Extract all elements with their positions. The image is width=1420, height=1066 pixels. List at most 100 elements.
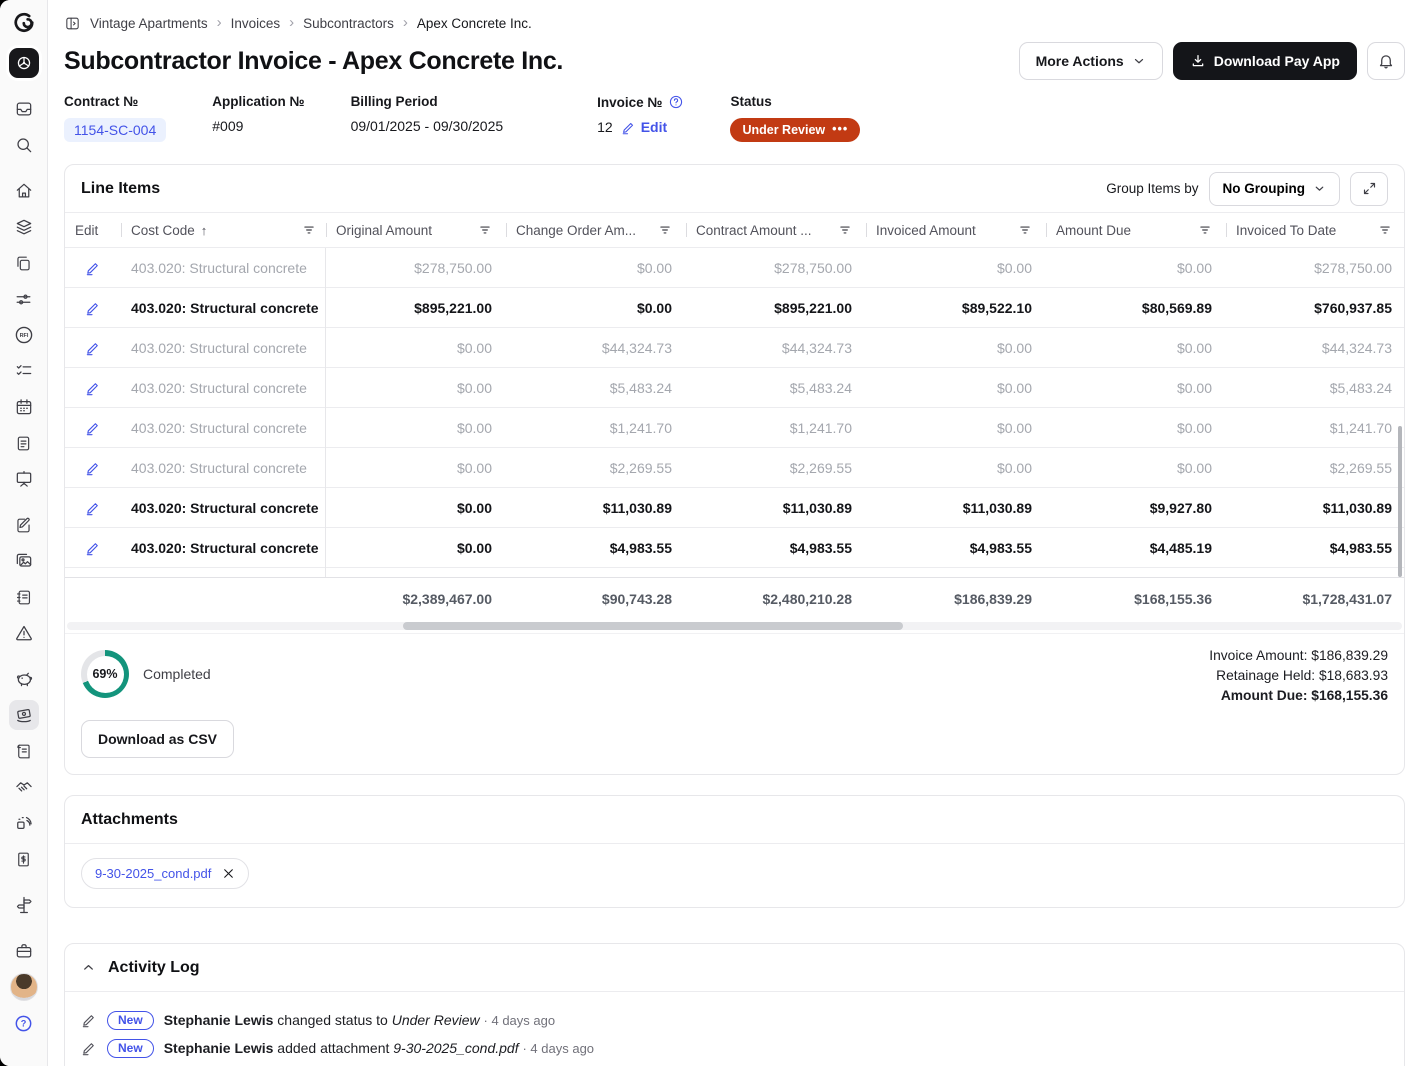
pencil-icon [85, 340, 101, 356]
column-invoiced-to-date[interactable]: Invoiced To Date [1226, 213, 1406, 247]
group-items-by-label: Group Items by [1106, 181, 1198, 196]
billing-period-value: 09/01/2025 - 09/30/2025 [351, 118, 504, 134]
filter-icon[interactable] [658, 223, 672, 237]
notebook-icon[interactable] [9, 582, 39, 612]
contract-number-chip[interactable]: 1154-SC-004 [64, 118, 166, 142]
search-icon[interactable] [9, 130, 39, 160]
edit-row-button[interactable] [65, 500, 121, 516]
table-horizontal-scrollbar[interactable] [67, 622, 1402, 630]
invoiced-amount-cell: $0.00 [866, 340, 1046, 356]
notifications-bell-button[interactable] [1367, 42, 1405, 80]
edit-row-button[interactable] [65, 340, 121, 356]
table-row[interactable]: 403.020: Structural concrete $895,221.00… [65, 288, 1404, 328]
table-row[interactable]: 403.020: Structural concrete $278,750.00… [65, 248, 1404, 288]
filter-icon[interactable] [478, 223, 492, 237]
column-amount-due[interactable]: Amount Due [1046, 213, 1226, 247]
calendar-icon[interactable] [9, 392, 39, 422]
filter-icon[interactable] [1378, 223, 1392, 237]
status-badge[interactable]: Under Review ••• [730, 118, 860, 142]
table-row[interactable]: 403.020: Structural concrete $0.00 $11,0… [65, 488, 1404, 528]
filter-icon[interactable] [302, 223, 316, 237]
presentation-board-icon[interactable] [9, 464, 39, 494]
sliders-icon[interactable] [9, 284, 39, 314]
edit-row-button[interactable] [65, 420, 121, 436]
column-cost-code[interactable]: Cost Code ↑ [121, 213, 326, 247]
edit-invoice-number-link[interactable]: Edit [621, 119, 667, 135]
activity-log-title: Activity Log [108, 959, 200, 977]
inbox-icon[interactable] [9, 94, 39, 124]
table-vertical-scrollbar[interactable] [1398, 426, 1402, 577]
column-change-order-amount[interactable]: Change Order Am... [506, 213, 686, 247]
edit-row-button[interactable] [65, 260, 121, 276]
download-pay-app-label: Download Pay App [1214, 53, 1340, 69]
breadcrumb-subcontractors[interactable]: Subcontractors [303, 16, 394, 31]
table-row[interactable]: 403.020: Structural concrete $0.00 $44,3… [65, 328, 1404, 368]
company-logo-icon[interactable] [9, 8, 39, 38]
status-value: Under Review [742, 123, 825, 137]
panel-toggle-icon[interactable] [64, 15, 81, 32]
warning-triangle-icon[interactable] [9, 618, 39, 648]
edit-row-button[interactable] [65, 540, 121, 556]
table-row[interactable]: 403.020: Structural concrete $0.00 $1,24… [65, 408, 1404, 448]
activity-log-card: Activity Log $ New Stephanie Lewis chang… [64, 943, 1405, 1066]
spending-coins-icon[interactable] [9, 808, 39, 838]
filter-icon[interactable] [1198, 223, 1212, 237]
help-icon[interactable]: ? [9, 1008, 39, 1038]
photos-icon[interactable] [9, 546, 39, 576]
invoice-dollar-icon[interactable] [9, 844, 39, 874]
table-row[interactable]: 403.020: Structural concrete $0.00 $2,26… [65, 448, 1404, 488]
piggy-bank-icon[interactable] [9, 664, 39, 694]
sort-asc-icon[interactable]: ↑ [201, 223, 208, 238]
help-circle-icon[interactable] [668, 94, 684, 110]
edit-row-button[interactable] [65, 460, 121, 476]
drawings-pen-icon[interactable] [9, 510, 39, 540]
status-more-icon: ••• [832, 122, 848, 136]
filter-icon[interactable] [838, 223, 852, 237]
breadcrumb-invoices[interactable]: Invoices [231, 16, 281, 31]
edit-row-button[interactable] [65, 380, 121, 396]
briefcase-icon[interactable] [9, 936, 39, 966]
invoiced-to-date-cell: $2,269.55 [1226, 460, 1404, 476]
line-items-table-body: 403.020: Structural concrete $278,750.00… [65, 248, 1404, 577]
attachment-chip[interactable]: 9-30-2025_cond.pdf [81, 858, 249, 889]
download-icon [1190, 53, 1206, 69]
activity-entry: $ New Stephanie Lewis changed status to … [81, 1006, 1388, 1034]
download-csv-button[interactable]: Download as CSV [81, 720, 234, 758]
documents-icon[interactable] [9, 248, 39, 278]
home-icon[interactable] [9, 176, 39, 206]
pencil-icon [81, 1040, 97, 1056]
table-row[interactable]: 403.020: Structural concrete $0.00 $5,48… [65, 368, 1404, 408]
amount-due-cell: $0.00 [1046, 380, 1226, 396]
column-invoiced-amount[interactable]: Invoiced Amount [866, 213, 1046, 247]
column-contract-amount[interactable]: Contract Amount ... [686, 213, 866, 247]
layers-icon[interactable] [9, 212, 39, 242]
download-pay-app-button[interactable]: Download Pay App [1173, 42, 1357, 80]
grouping-select[interactable]: No Grouping [1209, 172, 1340, 206]
activity-time: · 4 days ago [484, 1013, 556, 1028]
scrollbar-thumb[interactable] [403, 622, 903, 630]
column-original-amount[interactable]: Original Amount [326, 213, 506, 247]
expand-table-button[interactable] [1350, 172, 1388, 206]
table-row[interactable]: 404.010: Structural CMU $77,442.00 $0.00… [65, 568, 1404, 577]
remove-attachment-icon[interactable] [222, 867, 235, 880]
collapse-activity-log-icon[interactable] [81, 960, 96, 975]
signpost-icon[interactable] [9, 890, 39, 920]
filter-icon[interactable] [1018, 223, 1032, 237]
more-actions-button[interactable]: More Actions [1019, 42, 1163, 80]
user-avatar[interactable] [9, 972, 39, 1002]
project-switcher-icon[interactable] [9, 48, 39, 78]
pencil-icon [621, 120, 636, 135]
new-badge: New [107, 1039, 154, 1058]
checklist-icon[interactable] [9, 356, 39, 386]
contract-scroll-icon[interactable] [9, 736, 39, 766]
edit-row-button[interactable] [65, 300, 121, 316]
breadcrumb-project[interactable]: Vintage Apartments [90, 16, 208, 31]
attachment-file-name[interactable]: 9-30-2025_cond.pdf [95, 866, 211, 881]
table-row[interactable]: 403.020: Structural concrete $0.00 $4,98… [65, 528, 1404, 568]
handshake-icon[interactable] [9, 772, 39, 802]
payments-icon[interactable] [9, 700, 39, 730]
rfi-icon[interactable]: RFI [9, 320, 39, 350]
daily-log-icon[interactable] [9, 428, 39, 458]
cost-code-cell: 403.020: Structural concrete [121, 488, 326, 528]
contract-amount-cell: $2,269.55 [686, 460, 866, 476]
